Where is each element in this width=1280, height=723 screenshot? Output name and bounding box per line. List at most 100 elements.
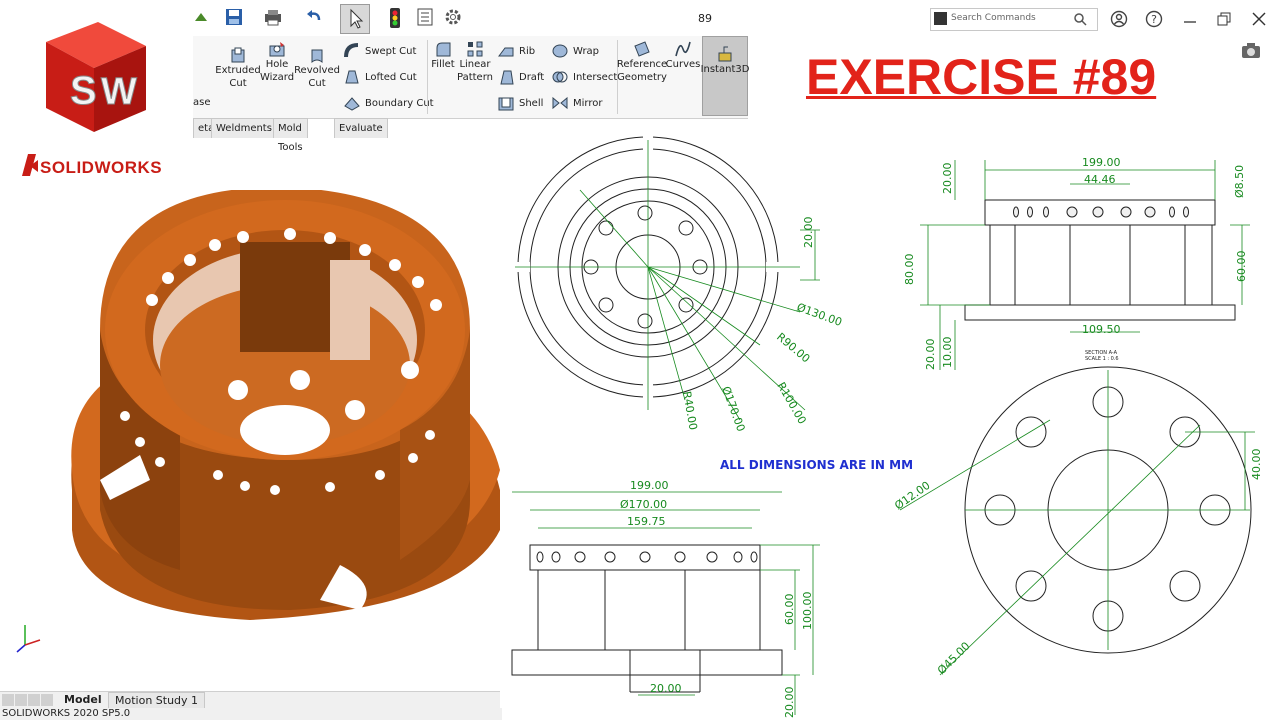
reference-geometry-button[interactable]: Reference Geometry [616, 40, 668, 84]
extruded-cut-button[interactable]: Extruded Cut [215, 46, 261, 90]
linear-pattern-button[interactable]: Linear Pattern [457, 40, 493, 84]
shell-label: Shell [519, 97, 544, 109]
user-account-icon[interactable] [1108, 8, 1130, 30]
camera-icon[interactable] [1240, 42, 1262, 60]
close-icon[interactable] [1248, 8, 1270, 30]
traffic-light-icon[interactable] [389, 7, 401, 29]
shell-button[interactable]: Shell [497, 94, 543, 112]
dim-top-20: 20.00 [802, 217, 815, 249]
rib-button[interactable]: Rib [497, 42, 535, 60]
dim-side-20: 20.00 [941, 163, 954, 195]
shell-icon [498, 97, 514, 111]
linear-pattern-label: Linear Pattern [457, 59, 493, 83]
undo-icon[interactable] [305, 8, 323, 26]
dim-front-20: 20.00 [650, 682, 682, 695]
draft-button[interactable]: Draft [497, 68, 544, 86]
dim-side-10: 10.00 [941, 337, 954, 369]
search-commands[interactable]: Search Commands [930, 8, 1098, 31]
dim-front-100: 100.00 [801, 592, 814, 631]
tab-model[interactable]: Model [64, 693, 102, 706]
mirror-button[interactable]: Mirror [551, 94, 602, 112]
command-manager-ribbon: ase Extruded Cut Hole Wizard Revolved Cu… [193, 36, 750, 119]
top-view: 20.00 Ø130.00 R90.00 R100.00 Ø170.00 R40… [510, 130, 844, 433]
mirror-icon [552, 96, 568, 110]
dim-side-80: 80.00 [903, 254, 916, 286]
dim-side-44: 44.46 [1084, 173, 1116, 186]
search-icon[interactable] [1073, 12, 1087, 26]
tab-weldments[interactable]: Weldments [211, 118, 277, 138]
select-icon[interactable] [340, 4, 370, 34]
logo-badge-w: W [101, 71, 137, 113]
extruded-cut-icon [231, 47, 245, 63]
ribbon-divider [427, 40, 428, 114]
draft-label: Draft [519, 71, 545, 83]
svg-text:?: ? [1151, 13, 1157, 26]
fillet-icon [436, 42, 451, 57]
bottom-tab-bar: Model Motion Study 1 [0, 691, 500, 710]
swept-cut-button[interactable]: Swept Cut [343, 42, 416, 60]
boundary-cut-button[interactable]: Boundary Cut [343, 94, 434, 112]
dim-front-d170: Ø170.00 [620, 498, 667, 511]
file-properties-icon[interactable] [416, 8, 434, 26]
dim-detail-d45: Ø45.00 [935, 640, 973, 678]
save-icon[interactable] [225, 8, 243, 26]
status-bar: SOLIDWORKS 2020 SP5.0 [0, 708, 502, 720]
dim-front-199: 199.00 [630, 479, 669, 492]
units-note: ALL DIMENSIONS ARE IN MM [720, 458, 914, 472]
brand-wordmark: SOLIDWORKS [40, 158, 163, 177]
lofted-cut-button[interactable]: Lofted Cut [343, 68, 417, 86]
boundary-cut-label: Boundary Cut [365, 97, 434, 109]
revolved-cut-button[interactable]: Revolved Cut [294, 46, 340, 90]
detail-view: 40.00 Ø12.00 Ø45.00 [892, 366, 1263, 678]
dim-side-199: 199.00 [1082, 156, 1121, 169]
fillet-label: Fillet [431, 59, 455, 70]
rib-icon [498, 47, 514, 57]
view-triad [16, 625, 41, 653]
reference-geometry-label: Reference Geometry [616, 59, 668, 83]
boundary-cut-icon [344, 97, 360, 111]
intersect-label: Intersect [573, 71, 618, 83]
drawing-sheet: 20.00 Ø130.00 R90.00 R100.00 Ø170.00 R40… [500, 120, 1280, 720]
instant3d-icon [718, 46, 732, 62]
dim-side-109-5: 109.50 [1082, 323, 1121, 336]
options-gear-icon[interactable] [444, 8, 462, 26]
intersect-button[interactable]: Intersect [551, 68, 617, 86]
3d-model-viewport[interactable] [0, 186, 500, 690]
dim-top-d170: Ø170.00 [719, 385, 747, 434]
draft-icon [500, 70, 514, 85]
dim-side-20b: 20.00 [924, 339, 937, 371]
help-icon[interactable]: ? [1143, 8, 1165, 30]
extruded-cut-label: Extruded Cut [215, 65, 261, 89]
exercise-title: EXERCISE #89 [806, 49, 1157, 105]
search-input[interactable]: Search Commands [951, 13, 1036, 23]
curves-label: Curves [665, 59, 701, 70]
lofted-cut-label: Lofted Cut [365, 71, 417, 83]
solidworks-logo: S W SOLIDWORKS [0, 0, 193, 190]
curves-button[interactable]: Curves [665, 40, 701, 71]
linear-pattern-icon [467, 41, 483, 57]
instant3d-label: Instant3D [700, 64, 750, 75]
instant3d-button[interactable]: Instant3D [700, 36, 750, 116]
print-icon[interactable] [264, 8, 282, 26]
wrap-button[interactable]: Wrap [551, 42, 599, 60]
lofted-cut-icon [345, 70, 359, 84]
restore-icon[interactable] [1213, 8, 1235, 30]
tab-evaluate[interactable]: Evaluate [334, 118, 388, 138]
revolved-cut-label: Revolved Cut [294, 65, 340, 89]
side-view: 199.00 44.46 Ø8.50 20.00 80.00 60.00 109… [903, 156, 1250, 370]
dim-front-20b: 20.00 [783, 687, 796, 719]
dim-front-159-75: 159.75 [627, 515, 666, 528]
fillet-button[interactable]: Fillet [429, 40, 457, 71]
dim-top-d130: Ø130.00 [795, 301, 844, 329]
logo-badge-s: S [70, 69, 97, 113]
hole-wizard-button[interactable]: Hole Wizard [259, 40, 295, 84]
hole-wizard-icon [269, 42, 285, 57]
reference-geometry-icon [634, 41, 650, 57]
revolved-cut-icon [311, 49, 323, 64]
tab-mold-tools[interactable]: Mold Tools [273, 118, 308, 153]
rebuild-icon[interactable] [193, 9, 209, 25]
window-title: 89 [698, 12, 712, 25]
tab-scroll-arrows[interactable] [2, 694, 54, 706]
minimize-icon[interactable] [1179, 8, 1201, 30]
dim-side-60: 60.00 [1235, 251, 1248, 283]
